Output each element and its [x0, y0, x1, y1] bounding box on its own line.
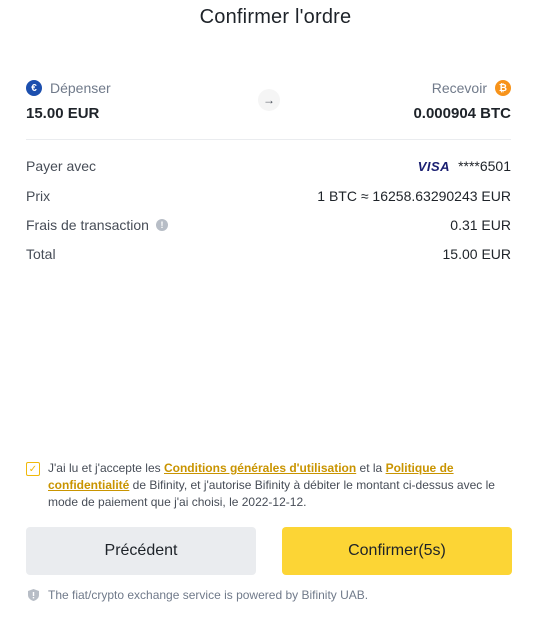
- visa-logo-icon: VISA: [417, 158, 451, 174]
- consent-text: J'ai lu et j'accepte les Conditions géné…: [48, 460, 511, 511]
- spend-amount: 15.00 EUR: [26, 105, 100, 122]
- consent-text-part: J'ai lu et j'accepte les: [48, 461, 164, 475]
- total-value: 15.00 EUR: [442, 246, 511, 262]
- info-icon[interactable]: !: [155, 219, 168, 231]
- receive-amount: 0.000904 BTC: [413, 105, 511, 122]
- fee-label-wrap: Frais de transaction !: [26, 217, 168, 233]
- receive-label-text: Recevoir: [431, 80, 487, 96]
- price-label: Prix: [26, 188, 51, 204]
- receive-label: Recevoir ₿: [432, 80, 511, 96]
- terms-link[interactable]: Conditions générales d'utilisation: [164, 461, 356, 475]
- card-number: ****6501: [458, 158, 511, 174]
- consent-text-part: et la: [356, 461, 386, 475]
- price-value: 1 BTC ≈ 16258.63290243 EUR: [317, 188, 511, 204]
- confirm-button[interactable]: Confirmer(5s): [282, 527, 512, 575]
- footer: The fiat/crypto exchange service is powe…: [28, 588, 368, 602]
- footer-text: The fiat/crypto exchange service is powe…: [48, 588, 369, 602]
- shield-icon: [28, 589, 39, 601]
- euro-coin-icon: €: [26, 80, 42, 96]
- payment-method-row: Payer avec VISA ****6501: [26, 158, 511, 174]
- price-row: Prix 1 BTC ≈ 16258.63290243 EUR: [26, 188, 511, 204]
- fee-row: Frais de transaction ! 0.31 EUR: [26, 217, 511, 233]
- consent-block: ✓ J'ai lu et j'accepte les Conditions gé…: [26, 460, 511, 511]
- total-label: Total: [26, 246, 56, 262]
- payment-method-label: Payer avec: [26, 158, 97, 174]
- divider: [26, 139, 511, 140]
- bitcoin-coin-icon: ₿: [495, 80, 511, 96]
- spend-label: € Dépenser: [26, 80, 111, 96]
- page-title: Confirmer l'ordre: [199, 6, 352, 28]
- fee-value: 0.31 EUR: [450, 217, 511, 233]
- arrow-right-icon: →: [258, 89, 280, 111]
- fee-label: Frais de transaction: [26, 217, 149, 233]
- payment-method-value: VISA ****6501: [418, 158, 511, 174]
- previous-button[interactable]: Précédent: [26, 527, 256, 575]
- total-row: Total 15.00 EUR: [26, 246, 511, 262]
- consent-checkbox[interactable]: ✓: [26, 462, 40, 476]
- spend-label-text: Dépenser: [50, 80, 111, 96]
